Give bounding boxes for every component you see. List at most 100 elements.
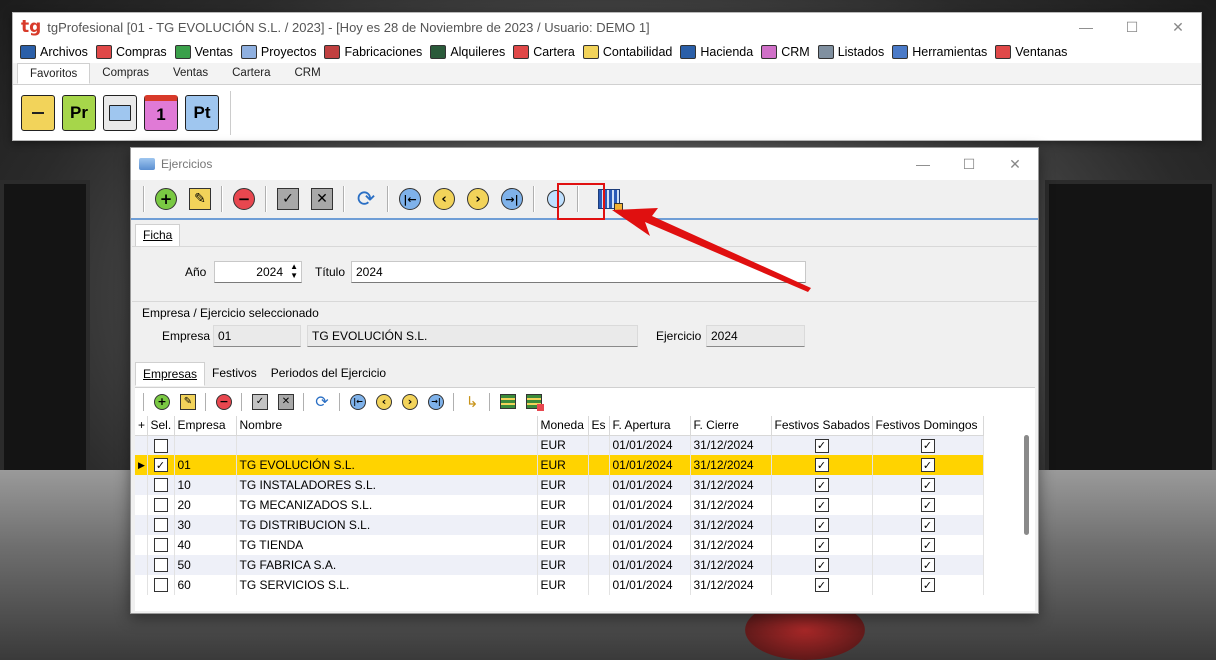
presentation-icon[interactable] bbox=[103, 94, 137, 131]
grid-last-button[interactable]: →| bbox=[425, 391, 447, 413]
menu-listados[interactable]: Listados bbox=[816, 45, 891, 59]
checkbox-checked[interactable]: ✓ bbox=[920, 578, 935, 593]
checkbox-checked[interactable]: ✓ bbox=[814, 478, 829, 493]
box-icon[interactable] bbox=[21, 94, 55, 131]
table-row[interactable]: 50 TG FABRICA S.A. EUR 01/01/2024 31/12/202… bbox=[135, 555, 984, 575]
refresh-button[interactable]: ⟳ bbox=[352, 185, 380, 213]
vertical-scrollbar[interactable] bbox=[1024, 435, 1029, 535]
menu-alquileres[interactable]: Alquileres bbox=[428, 45, 511, 59]
ribbon-tab-compras[interactable]: Compras bbox=[90, 63, 161, 84]
ribbon-tab-favoritos[interactable]: Favoritos bbox=[17, 63, 91, 84]
ano-field[interactable]: 2024 ▲ ▼ bbox=[214, 261, 302, 283]
checkbox-checked[interactable]: ✓ bbox=[920, 498, 935, 513]
cancel-button[interactable]: ✕ bbox=[308, 185, 336, 213]
checkbox-unchecked[interactable] bbox=[153, 498, 168, 513]
menu-herramientas[interactable]: Herramientas bbox=[890, 45, 993, 59]
next-record-button[interactable]: › bbox=[464, 185, 492, 213]
ribbon-tab-crm[interactable]: CRM bbox=[282, 63, 332, 84]
grid-edit-button[interactable]: ✎ bbox=[177, 391, 199, 413]
delete-button[interactable]: − bbox=[230, 185, 258, 213]
ribbon-tab-ventas[interactable]: Ventas bbox=[161, 63, 220, 84]
titulo-field[interactable]: 2024 bbox=[351, 261, 806, 283]
grid-next-button[interactable]: › bbox=[399, 391, 421, 413]
table-row[interactable]: EUR 01/01/2024 31/12/2024 ✓ ✓ bbox=[135, 435, 984, 455]
maximize-icon[interactable]: ☐ bbox=[946, 156, 992, 173]
table-row[interactable]: 30 TG DISTRIBUCION S.L. EUR 01/01/2024 31/12… bbox=[135, 515, 984, 535]
column-header[interactable]: Es bbox=[588, 416, 610, 436]
close-icon[interactable]: ✕ bbox=[1155, 19, 1201, 36]
checkbox-checked[interactable]: ✓ bbox=[814, 578, 829, 593]
checkbox-checked[interactable]: ✓ bbox=[920, 478, 935, 493]
grid-cancel-button[interactable]: ✕ bbox=[275, 391, 297, 413]
checkbox-checked[interactable]: ✓ bbox=[920, 518, 935, 533]
grid-delete-button[interactable]: − bbox=[213, 391, 235, 413]
checkbox-unchecked[interactable] bbox=[153, 518, 168, 533]
previous-record-button[interactable]: ‹ bbox=[430, 185, 458, 213]
checkbox-unchecked[interactable] bbox=[153, 578, 168, 593]
table-row[interactable]: 40 TG TIENDA EUR 01/01/2024 31/12/2024 ✓ ✓ bbox=[135, 535, 984, 555]
column-header[interactable]: Festivos Sabados bbox=[771, 416, 873, 436]
column-header[interactable]: + bbox=[135, 416, 148, 436]
menu-ventanas[interactable]: Ventanas bbox=[993, 45, 1073, 59]
menu-archivos[interactable]: Archivos bbox=[18, 45, 94, 59]
grid-previous-button[interactable]: ‹ bbox=[373, 391, 395, 413]
checkbox-checked[interactable]: ✓ bbox=[920, 538, 935, 553]
checkbox-unchecked[interactable] bbox=[153, 538, 168, 553]
maximize-icon[interactable]: ☐ bbox=[1109, 19, 1155, 36]
grid-accept-button[interactable]: ✓ bbox=[249, 391, 271, 413]
table-row[interactable]: 10 TG INSTALADORES S.L. EUR 01/01/2024 31/12… bbox=[135, 475, 984, 495]
checkbox-checked[interactable]: ✓ bbox=[153, 458, 168, 473]
checkbox-checked[interactable]: ✓ bbox=[920, 558, 935, 573]
grid-export2-button[interactable] bbox=[523, 391, 545, 413]
checkbox-checked[interactable]: ✓ bbox=[814, 558, 829, 573]
tab-ficha[interactable]: Ficha bbox=[135, 224, 181, 246]
grid-jump-button[interactable]: ↳ bbox=[461, 391, 483, 413]
project-icon[interactable]: Pr bbox=[62, 94, 96, 131]
grid-add-button[interactable]: + bbox=[151, 391, 173, 413]
menu-ventas[interactable]: Ventas bbox=[173, 45, 239, 59]
grid-export-button[interactable] bbox=[497, 391, 519, 413]
accept-button[interactable]: ✓ bbox=[274, 185, 302, 213]
minimize-icon[interactable]: — bbox=[900, 156, 946, 173]
tab-festivos[interactable]: Festivos bbox=[205, 362, 264, 386]
checkbox-unchecked[interactable] bbox=[153, 438, 168, 453]
checkbox-checked[interactable]: ✓ bbox=[814, 498, 829, 513]
menu-compras[interactable]: Compras bbox=[94, 45, 173, 59]
checkbox-checked[interactable]: ✓ bbox=[814, 438, 829, 453]
calendar-icon[interactable]: 1 bbox=[144, 94, 178, 131]
first-record-button[interactable]: |← bbox=[396, 185, 424, 213]
table-row[interactable]: 60 TG SERVICIOS S.L. EUR 01/01/2024 31/12/20… bbox=[135, 575, 984, 595]
checkbox-checked[interactable]: ✓ bbox=[920, 458, 935, 473]
checkbox-checked[interactable]: ✓ bbox=[814, 458, 829, 473]
checkbox-checked[interactable]: ✓ bbox=[920, 438, 935, 453]
menu-proyectos[interactable]: Proyectos bbox=[239, 45, 323, 59]
table-row[interactable]: ▶ ✓ 01 TG EVOLUCIÓN S.L. EUR 01/01/2024 31/12/… bbox=[135, 455, 984, 475]
column-header[interactable]: Empresa bbox=[174, 416, 237, 436]
add-button[interactable]: + bbox=[152, 185, 180, 213]
column-header[interactable]: F. Cierre bbox=[690, 416, 772, 436]
column-header[interactable]: F. Apertura bbox=[609, 416, 691, 436]
column-header[interactable]: Moneda bbox=[537, 416, 589, 436]
menu-crm[interactable]: CRM bbox=[759, 45, 815, 59]
edit-button[interactable]: ✎ bbox=[186, 185, 214, 213]
menu-hacienda[interactable]: Hacienda bbox=[678, 45, 759, 59]
document-pt-icon[interactable]: Pt bbox=[185, 94, 219, 131]
menu-fabricaciones[interactable]: Fabricaciones bbox=[322, 45, 428, 59]
spinner-icon[interactable]: ▲ ▼ bbox=[290, 262, 298, 280]
menu-cartera[interactable]: Cartera bbox=[511, 45, 581, 59]
ribbon-tab-cartera[interactable]: Cartera bbox=[220, 63, 282, 84]
checkbox-unchecked[interactable] bbox=[153, 478, 168, 493]
checkbox-checked[interactable]: ✓ bbox=[814, 538, 829, 553]
column-header[interactable]: Nombre bbox=[236, 416, 538, 436]
column-header[interactable]: Sel. bbox=[147, 416, 175, 436]
close-icon[interactable]: ✕ bbox=[992, 156, 1038, 173]
minimize-icon[interactable]: — bbox=[1063, 19, 1109, 36]
last-record-button[interactable]: →| bbox=[498, 185, 526, 213]
tab-periodos[interactable]: Periodos del Ejercicio bbox=[264, 362, 393, 386]
grid-first-button[interactable]: |← bbox=[347, 391, 369, 413]
grid-refresh-button[interactable]: ⟳ bbox=[311, 391, 333, 413]
menu-contabilidad[interactable]: Contabilidad bbox=[581, 45, 679, 59]
table-row[interactable]: 20 TG MECANIZADOS S.L. EUR 01/01/2024 31/12/… bbox=[135, 495, 984, 515]
column-header[interactable]: Festivos Domingos bbox=[872, 416, 984, 436]
checkbox-unchecked[interactable] bbox=[153, 558, 168, 573]
